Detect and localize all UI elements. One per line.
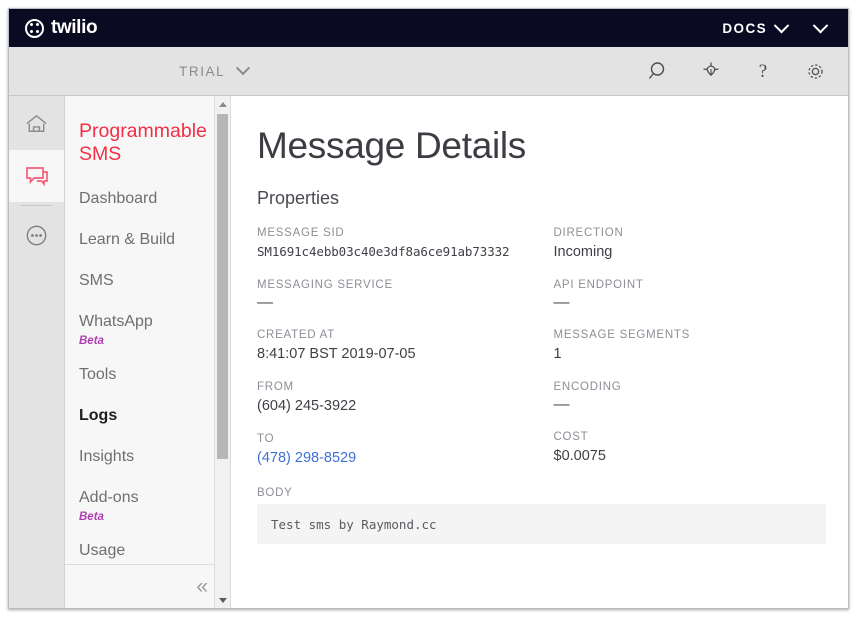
chevron-down-icon [236, 61, 251, 76]
docs-menu[interactable]: DOCS [704, 9, 805, 47]
property-value: $0.0075 [553, 448, 606, 464]
sidebar-footer: « [65, 564, 230, 608]
sidebar-item-label: Usage [79, 542, 126, 559]
beta-badge: Beta [79, 335, 104, 347]
section-title: Properties [257, 188, 340, 208]
property-label: CREATED AT [257, 329, 335, 341]
beta-badge: Beta [79, 511, 104, 523]
property-value: SM1691c4ebb03c40e3df8a6ce91ab73332 [257, 244, 510, 259]
sidebar-item-label: WhatsApp [79, 313, 153, 330]
sidebar-item-label: Logs [79, 407, 118, 424]
properties-left-column: MESSAGE SID SM1691c4ebb03c40e3df8a6ce91a… [257, 227, 542, 485]
sidebar-item-add-ons[interactable]: Add-ons Beta [79, 488, 230, 527]
page-title: Message Details [257, 125, 527, 166]
property-label: TO [257, 433, 275, 445]
brand-name: twilio [51, 17, 98, 38]
twilio-circle-dots-logo-icon [25, 18, 44, 38]
main-content: Message Details Properties MESSAGE SID S… [231, 96, 848, 608]
sidebar-item-whatsapp[interactable]: WhatsApp Beta [79, 312, 230, 351]
sidebar-item-label: Tools [79, 366, 117, 383]
top-bar-right-group: DOCS [704, 9, 848, 47]
message-body-section: BODY Test sms by Raymond.cc [257, 487, 826, 544]
sidebar-item-usage[interactable]: Usage [79, 541, 230, 560]
property-value-link[interactable]: (478) 298-8529 [257, 449, 542, 467]
home-icon [26, 114, 47, 132]
sidebar-item-learn-and-build[interactable]: Learn & Build [79, 230, 230, 249]
body-content-box: Test sms by Raymond.cc [257, 504, 826, 544]
property-to: TO (478) 298-8529 [257, 433, 542, 467]
property-cost: COST $0.0075 [554, 431, 827, 465]
settings-gear-icon[interactable] [802, 58, 828, 84]
property-api-endpoint: API ENDPOINT — [554, 279, 827, 311]
sidebar-item-dashboard[interactable]: Dashboard [79, 189, 230, 208]
double-chevron-left-icon[interactable]: « [196, 576, 208, 597]
scrollbar-thumb[interactable] [217, 114, 228, 459]
docs-label: DOCS [722, 20, 767, 36]
search-icon[interactable] [646, 58, 672, 84]
sidebar-item-tools[interactable]: Tools [79, 365, 230, 384]
property-value: — [553, 294, 570, 311]
property-label: DIRECTION [553, 227, 624, 239]
body-label: BODY [257, 487, 293, 499]
property-value: — [553, 396, 570, 413]
sidebar-scrollbar[interactable] [214, 96, 230, 608]
trial-account-selector[interactable]: TRIAL [179, 61, 251, 79]
property-messaging-service: MESSAGING SERVICE — [257, 279, 542, 311]
chevron-down-icon [812, 17, 829, 33]
twilio-logo[interactable]: twilio [25, 17, 98, 39]
sidebar-item-label: Learn & Build [79, 231, 176, 248]
property-message-segments: MESSAGE SEGMENTS 1 [554, 329, 827, 363]
body-text: Test sms by Raymond.cc [271, 516, 437, 532]
property-label: MESSAGING SERVICE [257, 279, 393, 291]
sidebar-product-title: Programmable SMS [79, 120, 207, 165]
sidebar-item-label: Insights [79, 448, 135, 465]
property-label: API ENDPOINT [553, 279, 644, 291]
sidebar-item-logs[interactable]: Logs [79, 406, 230, 425]
property-encoding: ENCODING — [554, 381, 827, 413]
property-label: FROM [257, 381, 294, 393]
product-icon-rail [9, 96, 65, 608]
top-navigation-bar: twilio DOCS [9, 9, 848, 47]
property-label: ENCODING [553, 381, 622, 393]
property-direction: DIRECTION Incoming [554, 227, 827, 261]
properties-grid: MESSAGE SID SM1691c4ebb03c40e3df8a6ce91a… [257, 227, 826, 485]
property-value: Incoming [553, 244, 613, 260]
chevron-down-icon [773, 17, 790, 33]
property-created-at: CREATED AT 8:41:07 BST 2019-07-05 [257, 329, 542, 363]
sidebar-item-sms[interactable]: SMS [79, 271, 230, 290]
trial-label: TRIAL [179, 63, 226, 79]
svg-text:?: ? [759, 61, 767, 82]
sidebar-scroll-area: Programmable SMS Dashboard Learn & Build… [65, 96, 230, 564]
rail-item-more[interactable] [9, 209, 64, 261]
rail-item-home[interactable] [9, 98, 64, 150]
sidebar-item-label: Add-ons [79, 489, 139, 506]
rail-divider [21, 205, 52, 206]
more-ellipsis-icon [26, 225, 47, 245]
property-label: MESSAGE SEGMENTS [553, 329, 691, 341]
property-label: MESSAGE SID [257, 227, 345, 239]
secondary-toolbar: TRIAL ? [9, 47, 848, 96]
properties-right-column: DIRECTION Incoming API ENDPOINT — MESSAG… [542, 227, 827, 485]
help-icon[interactable]: ? [750, 58, 776, 84]
sidebar-item-label: Dashboard [79, 190, 158, 207]
twilio-console-window: twilio DOCS TRIAL ? Programmable SMS Das… [8, 8, 849, 609]
scroll-up-arrow-icon[interactable] [215, 96, 231, 112]
messaging-chat-icon [25, 167, 48, 187]
toolbar-icon-group: ? [646, 58, 828, 84]
bug-icon[interactable] [698, 58, 724, 84]
rail-item-messaging[interactable] [9, 150, 64, 202]
property-value: — [257, 294, 273, 311]
sidebar-item-label: SMS [79, 272, 114, 289]
property-value: 8:41:07 BST 2019-07-05 [257, 346, 416, 362]
scroll-down-arrow-icon[interactable] [215, 592, 231, 608]
sidebar-item-insights[interactable]: Insights [79, 447, 230, 466]
product-sidebar: Programmable SMS Dashboard Learn & Build… [65, 96, 231, 608]
account-menu[interactable] [805, 9, 848, 47]
property-label: COST [553, 431, 589, 443]
app-body: Programmable SMS Dashboard Learn & Build… [9, 96, 848, 608]
property-value: 1 [553, 346, 562, 362]
property-value: (604) 245-3922 [257, 398, 357, 414]
property-from: FROM (604) 245-3922 [257, 381, 542, 415]
property-message-sid: MESSAGE SID SM1691c4ebb03c40e3df8a6ce91a… [257, 227, 542, 261]
